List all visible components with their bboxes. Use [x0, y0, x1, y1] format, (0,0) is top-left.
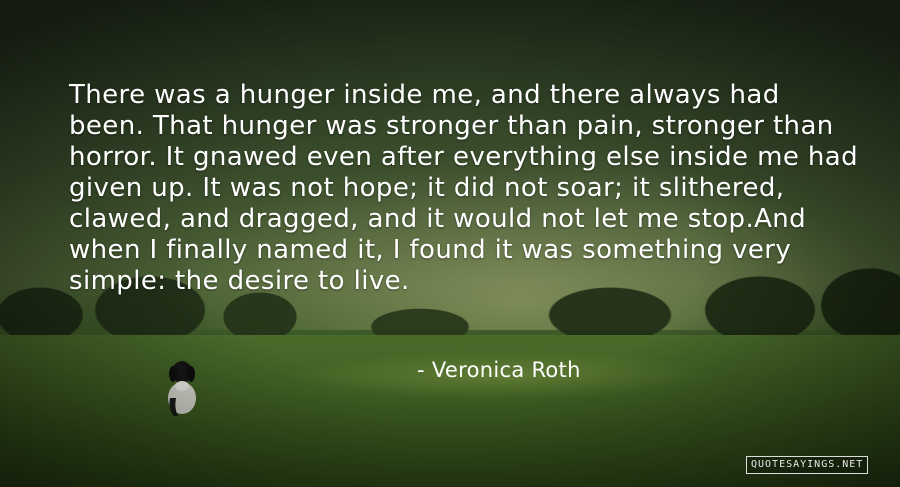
site-watermark: QUOTESAYINGS.NET: [746, 456, 869, 474]
quote-author: - Veronica Roth: [417, 358, 581, 382]
quote-image: There was a hunger inside me, and there …: [0, 0, 900, 487]
quote-text: There was a hunger inside me, and there …: [69, 80, 859, 296]
